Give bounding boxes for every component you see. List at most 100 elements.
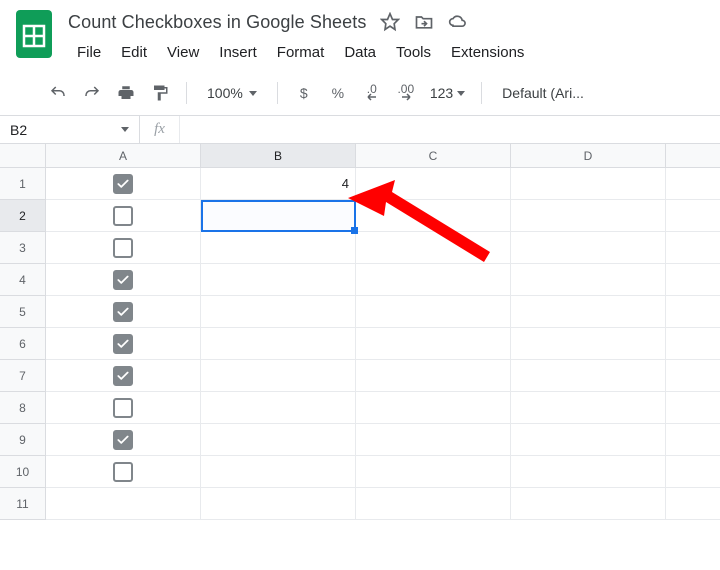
cell[interactable] — [46, 392, 201, 424]
menu-format[interactable]: Format — [268, 40, 334, 65]
cell[interactable] — [201, 488, 356, 520]
cell[interactable] — [201, 392, 356, 424]
cell[interactable] — [356, 360, 511, 392]
zoom-dropdown[interactable]: 100% — [199, 79, 265, 107]
cell[interactable] — [46, 360, 201, 392]
paint-format-button[interactable] — [146, 79, 174, 107]
sheets-logo[interactable] — [14, 8, 54, 60]
cell[interactable] — [356, 392, 511, 424]
cell[interactable] — [201, 424, 356, 456]
cell[interactable] — [356, 488, 511, 520]
menu-tools[interactable]: Tools — [387, 40, 440, 65]
cell[interactable] — [356, 232, 511, 264]
formula-bar[interactable] — [180, 116, 720, 143]
cell[interactable] — [666, 392, 720, 424]
col-header-A[interactable]: A — [46, 144, 201, 167]
cell[interactable] — [46, 488, 201, 520]
row-header[interactable]: 8 — [0, 392, 46, 424]
cell[interactable] — [666, 488, 720, 520]
cell[interactable] — [666, 424, 720, 456]
col-header-D[interactable]: D — [511, 144, 666, 167]
decrease-decimal-button[interactable]: .0 — [358, 79, 386, 107]
row-header[interactable]: 9 — [0, 424, 46, 456]
move-folder-icon[interactable] — [414, 12, 434, 32]
col-header-E[interactable] — [666, 144, 720, 167]
cell[interactable] — [666, 360, 720, 392]
row-header[interactable]: 5 — [0, 296, 46, 328]
cell[interactable] — [666, 296, 720, 328]
checkbox[interactable] — [113, 270, 133, 290]
cell[interactable] — [46, 168, 201, 200]
row-header[interactable]: 1 — [0, 168, 46, 200]
cell[interactable] — [356, 200, 511, 232]
checkbox[interactable] — [113, 238, 133, 258]
doc-title[interactable]: Count Checkboxes in Google Sheets — [68, 12, 366, 33]
name-box[interactable]: B2 — [0, 116, 140, 143]
checkbox[interactable] — [113, 430, 133, 450]
row-header[interactable]: 11 — [0, 488, 46, 520]
percent-button[interactable]: % — [324, 79, 352, 107]
checkbox[interactable] — [113, 302, 133, 322]
menu-file[interactable]: File — [68, 40, 110, 65]
cell[interactable]: 4 — [201, 168, 356, 200]
cell[interactable] — [356, 296, 511, 328]
menu-extensions[interactable]: Extensions — [442, 40, 533, 65]
cell[interactable] — [356, 456, 511, 488]
cell[interactable] — [666, 328, 720, 360]
row-header[interactable]: 6 — [0, 328, 46, 360]
cell[interactable] — [511, 264, 666, 296]
checkbox[interactable] — [113, 334, 133, 354]
currency-button[interactable]: $ — [290, 79, 318, 107]
menu-data[interactable]: Data — [335, 40, 385, 65]
select-all-corner[interactable] — [0, 144, 46, 167]
font-family-dropdown[interactable]: Default (Ari... — [494, 79, 592, 107]
col-header-B[interactable]: B — [201, 144, 356, 167]
cell[interactable] — [666, 200, 720, 232]
cell[interactable] — [356, 424, 511, 456]
cell[interactable] — [666, 168, 720, 200]
cell[interactable] — [511, 200, 666, 232]
row-header[interactable]: 7 — [0, 360, 46, 392]
cell[interactable] — [666, 264, 720, 296]
row-header[interactable]: 4 — [0, 264, 46, 296]
cell[interactable] — [511, 488, 666, 520]
cell[interactable] — [511, 360, 666, 392]
cell[interactable] — [356, 328, 511, 360]
checkbox[interactable] — [113, 206, 133, 226]
cell[interactable] — [356, 264, 511, 296]
cell[interactable] — [46, 456, 201, 488]
cell[interactable] — [46, 296, 201, 328]
checkbox[interactable] — [113, 174, 133, 194]
col-header-C[interactable]: C — [356, 144, 511, 167]
cell[interactable] — [511, 328, 666, 360]
checkbox[interactable] — [113, 462, 133, 482]
menu-view[interactable]: View — [158, 40, 208, 65]
cell[interactable] — [201, 360, 356, 392]
cell[interactable] — [201, 296, 356, 328]
row-header[interactable]: 2 — [0, 200, 46, 232]
row-header[interactable]: 3 — [0, 232, 46, 264]
cell[interactable] — [511, 456, 666, 488]
star-icon[interactable] — [380, 12, 400, 32]
cell[interactable] — [201, 200, 356, 232]
checkbox[interactable] — [113, 366, 133, 386]
cell[interactable] — [46, 424, 201, 456]
checkbox[interactable] — [113, 398, 133, 418]
cell[interactable] — [511, 168, 666, 200]
row-header[interactable]: 10 — [0, 456, 46, 488]
cell[interactable] — [201, 264, 356, 296]
print-button[interactable] — [112, 79, 140, 107]
cell[interactable] — [201, 456, 356, 488]
menu-edit[interactable]: Edit — [112, 40, 156, 65]
cell[interactable] — [511, 296, 666, 328]
cell[interactable] — [201, 232, 356, 264]
cell[interactable] — [511, 232, 666, 264]
cloud-status-icon[interactable] — [448, 12, 468, 32]
cell[interactable] — [511, 424, 666, 456]
cell[interactable] — [666, 456, 720, 488]
cell[interactable] — [46, 232, 201, 264]
cell[interactable] — [356, 168, 511, 200]
cell[interactable] — [666, 232, 720, 264]
cell[interactable] — [511, 392, 666, 424]
number-format-dropdown[interactable]: 123 — [426, 79, 469, 107]
